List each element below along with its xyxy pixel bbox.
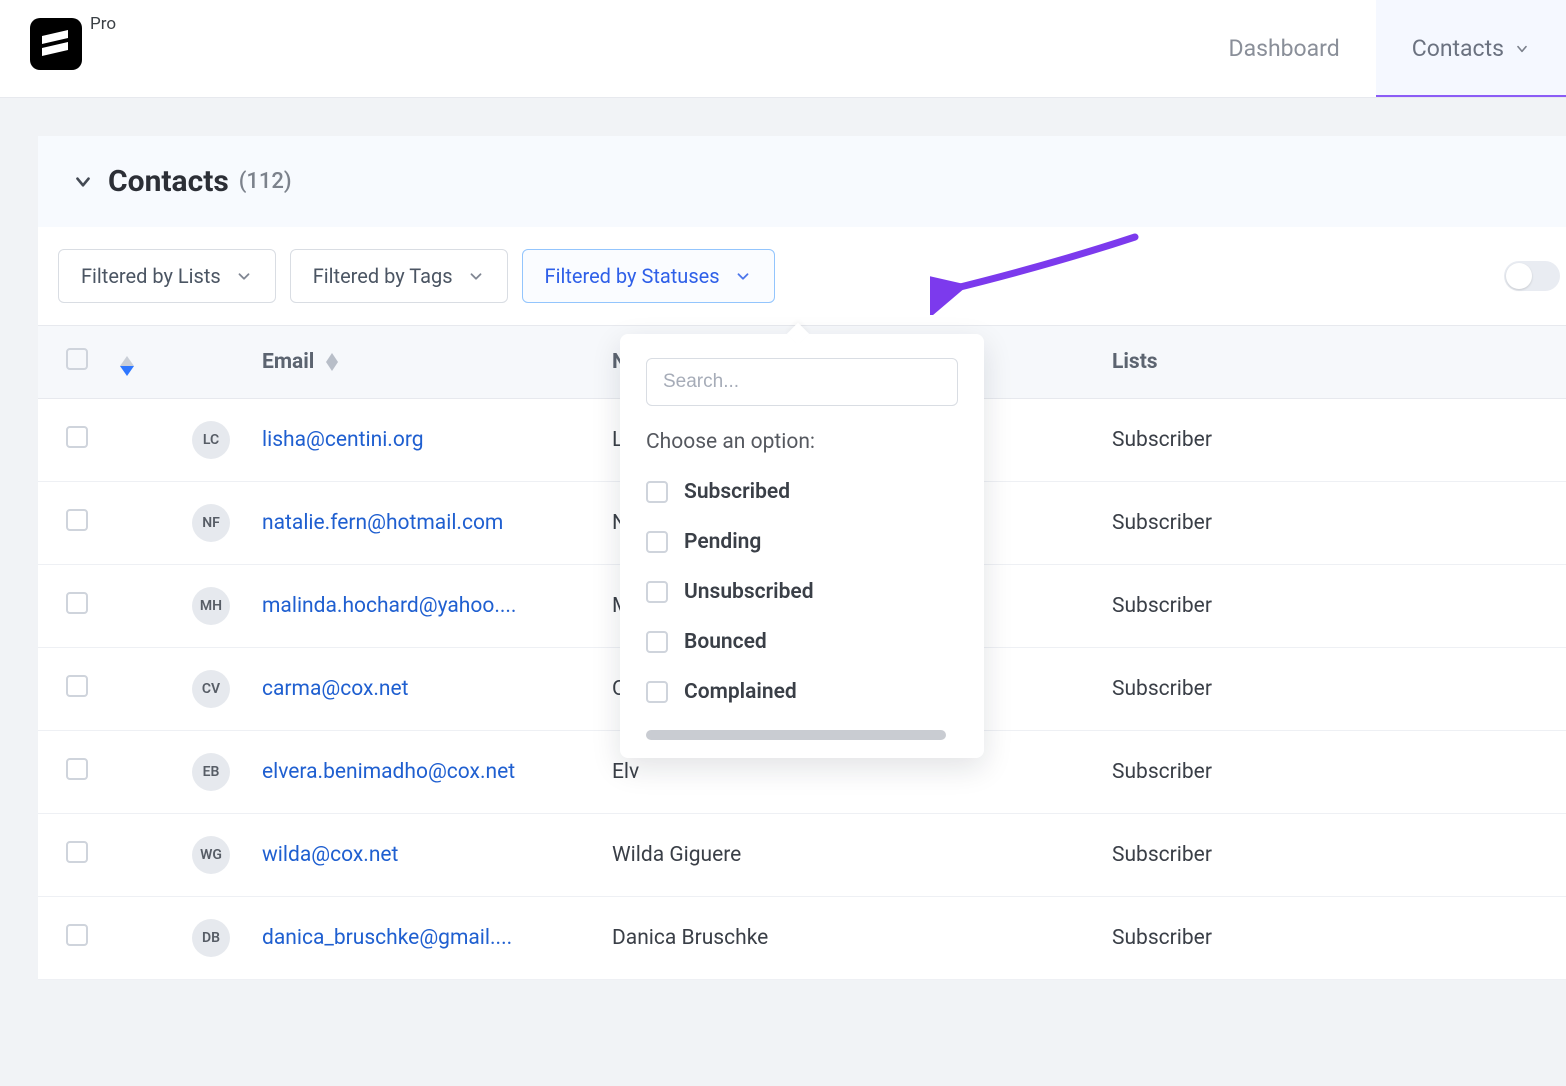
status-option-checkbox[interactable] bbox=[646, 481, 668, 503]
contact-lists: Subscriber bbox=[1112, 760, 1212, 784]
avatar: CV bbox=[192, 670, 230, 708]
contacts-count: (112) bbox=[239, 169, 292, 194]
contact-lists: Subscriber bbox=[1112, 677, 1212, 701]
column-lists-label: Lists bbox=[1112, 350, 1158, 374]
contact-lists: Subscriber bbox=[1112, 843, 1212, 867]
row-checkbox[interactable] bbox=[66, 758, 88, 780]
avatar: DB bbox=[192, 919, 230, 957]
status-option[interactable]: Complained bbox=[646, 680, 958, 704]
chevron-down-icon bbox=[467, 267, 485, 285]
nav-dashboard[interactable]: Dashboard bbox=[1192, 0, 1375, 97]
brand-logo-icon bbox=[38, 26, 74, 62]
nav-contacts[interactable]: Contacts bbox=[1376, 0, 1566, 97]
filter-lists-label: Filtered by Lists bbox=[81, 264, 221, 288]
avatar: NF bbox=[192, 504, 230, 542]
contact-email-link[interactable]: malinda.hochard@yahoo.... bbox=[262, 594, 516, 618]
contact-lists: Subscriber bbox=[1112, 511, 1212, 535]
row-checkbox[interactable] bbox=[66, 841, 88, 863]
filter-statuses-label: Filtered by Statuses bbox=[545, 264, 720, 288]
brand-logo bbox=[30, 18, 82, 70]
chevron-down-icon bbox=[1514, 41, 1530, 57]
status-option-label: Unsubscribed bbox=[684, 580, 814, 604]
contact-lists: Subscriber bbox=[1112, 594, 1212, 618]
status-option[interactable]: Unsubscribed bbox=[646, 580, 958, 604]
status-filter-popover: Choose an option: Subscribed Pending Unsub… bbox=[620, 334, 984, 758]
table-row: WG wilda@cox.net Wilda Giguere Subscriber bbox=[38, 814, 1566, 897]
contact-email-link[interactable]: elvera.benimadho@cox.net bbox=[262, 760, 515, 784]
row-checkbox[interactable] bbox=[66, 924, 88, 946]
status-option-label: Subscribed bbox=[684, 480, 790, 504]
topbar: Pro Dashboard Contacts bbox=[0, 0, 1566, 98]
status-choose-label: Choose an option: bbox=[646, 430, 958, 454]
filter-tags-label: Filtered by Tags bbox=[313, 264, 453, 288]
popover-scrollbar[interactable] bbox=[646, 730, 946, 740]
collapse-icon[interactable] bbox=[72, 171, 94, 193]
avatar: EB bbox=[192, 753, 230, 791]
status-option-label: Complained bbox=[684, 680, 797, 704]
contact-name: Danica Bruschke bbox=[612, 926, 768, 950]
nav-dashboard-label: Dashboard bbox=[1228, 35, 1339, 62]
status-option-checkbox[interactable] bbox=[646, 631, 668, 653]
status-option-checkbox[interactable] bbox=[646, 531, 668, 553]
column-email-label[interactable]: Email bbox=[262, 350, 314, 374]
avatar: WG bbox=[192, 836, 230, 874]
status-option[interactable]: Subscribed bbox=[646, 480, 958, 504]
contact-email-link[interactable]: lisha@centini.org bbox=[262, 428, 424, 452]
sort-control[interactable] bbox=[120, 356, 134, 376]
avatar: LC bbox=[192, 421, 230, 459]
status-option-label: Bounced bbox=[684, 630, 767, 654]
contact-email-link[interactable]: carma@cox.net bbox=[262, 677, 409, 701]
chevron-down-icon bbox=[734, 267, 752, 285]
status-option[interactable]: Bounced bbox=[646, 630, 958, 654]
panel-header: Contacts (112) bbox=[38, 136, 1566, 227]
contact-lists: Subscriber bbox=[1112, 926, 1212, 950]
status-option[interactable]: Pending bbox=[646, 530, 958, 554]
row-checkbox[interactable] bbox=[66, 509, 88, 531]
top-navigation: Dashboard Contacts bbox=[1192, 0, 1566, 97]
filter-lists-button[interactable]: Filtered by Lists bbox=[58, 249, 276, 303]
contact-name: Wilda Giguere bbox=[612, 843, 741, 867]
view-toggle[interactable] bbox=[1504, 261, 1560, 291]
brand: Pro bbox=[30, 0, 116, 70]
status-option-checkbox[interactable] bbox=[646, 581, 668, 603]
contact-email-link[interactable]: natalie.fern@hotmail.com bbox=[262, 511, 503, 535]
filter-tags-button[interactable]: Filtered by Tags bbox=[290, 249, 508, 303]
row-checkbox[interactable] bbox=[66, 675, 88, 697]
contact-email-link[interactable]: wilda@cox.net bbox=[262, 843, 398, 867]
contact-lists: Subscriber bbox=[1112, 428, 1212, 452]
avatar: MH bbox=[192, 587, 230, 625]
chevron-down-icon bbox=[235, 267, 253, 285]
status-search-input[interactable] bbox=[646, 358, 958, 406]
filter-statuses-button[interactable]: Filtered by Statuses bbox=[522, 249, 775, 303]
nav-contacts-label: Contacts bbox=[1412, 35, 1504, 62]
status-option-label: Pending bbox=[684, 530, 761, 554]
status-option-checkbox[interactable] bbox=[646, 681, 668, 703]
contact-name: Elv bbox=[612, 760, 639, 784]
row-checkbox[interactable] bbox=[66, 592, 88, 614]
sort-email[interactable] bbox=[326, 353, 338, 371]
select-all-checkbox[interactable] bbox=[66, 348, 88, 370]
contact-email-link[interactable]: danica_bruschke@gmail.... bbox=[262, 926, 512, 950]
row-checkbox[interactable] bbox=[66, 426, 88, 448]
page-title: Contacts bbox=[108, 164, 229, 199]
filter-row: Filtered by Lists Filtered by Tags Filte… bbox=[38, 227, 1566, 325]
table-row: DB danica_bruschke@gmail.... Danica Brusch… bbox=[38, 897, 1566, 980]
brand-tier-badge: Pro bbox=[90, 14, 116, 34]
